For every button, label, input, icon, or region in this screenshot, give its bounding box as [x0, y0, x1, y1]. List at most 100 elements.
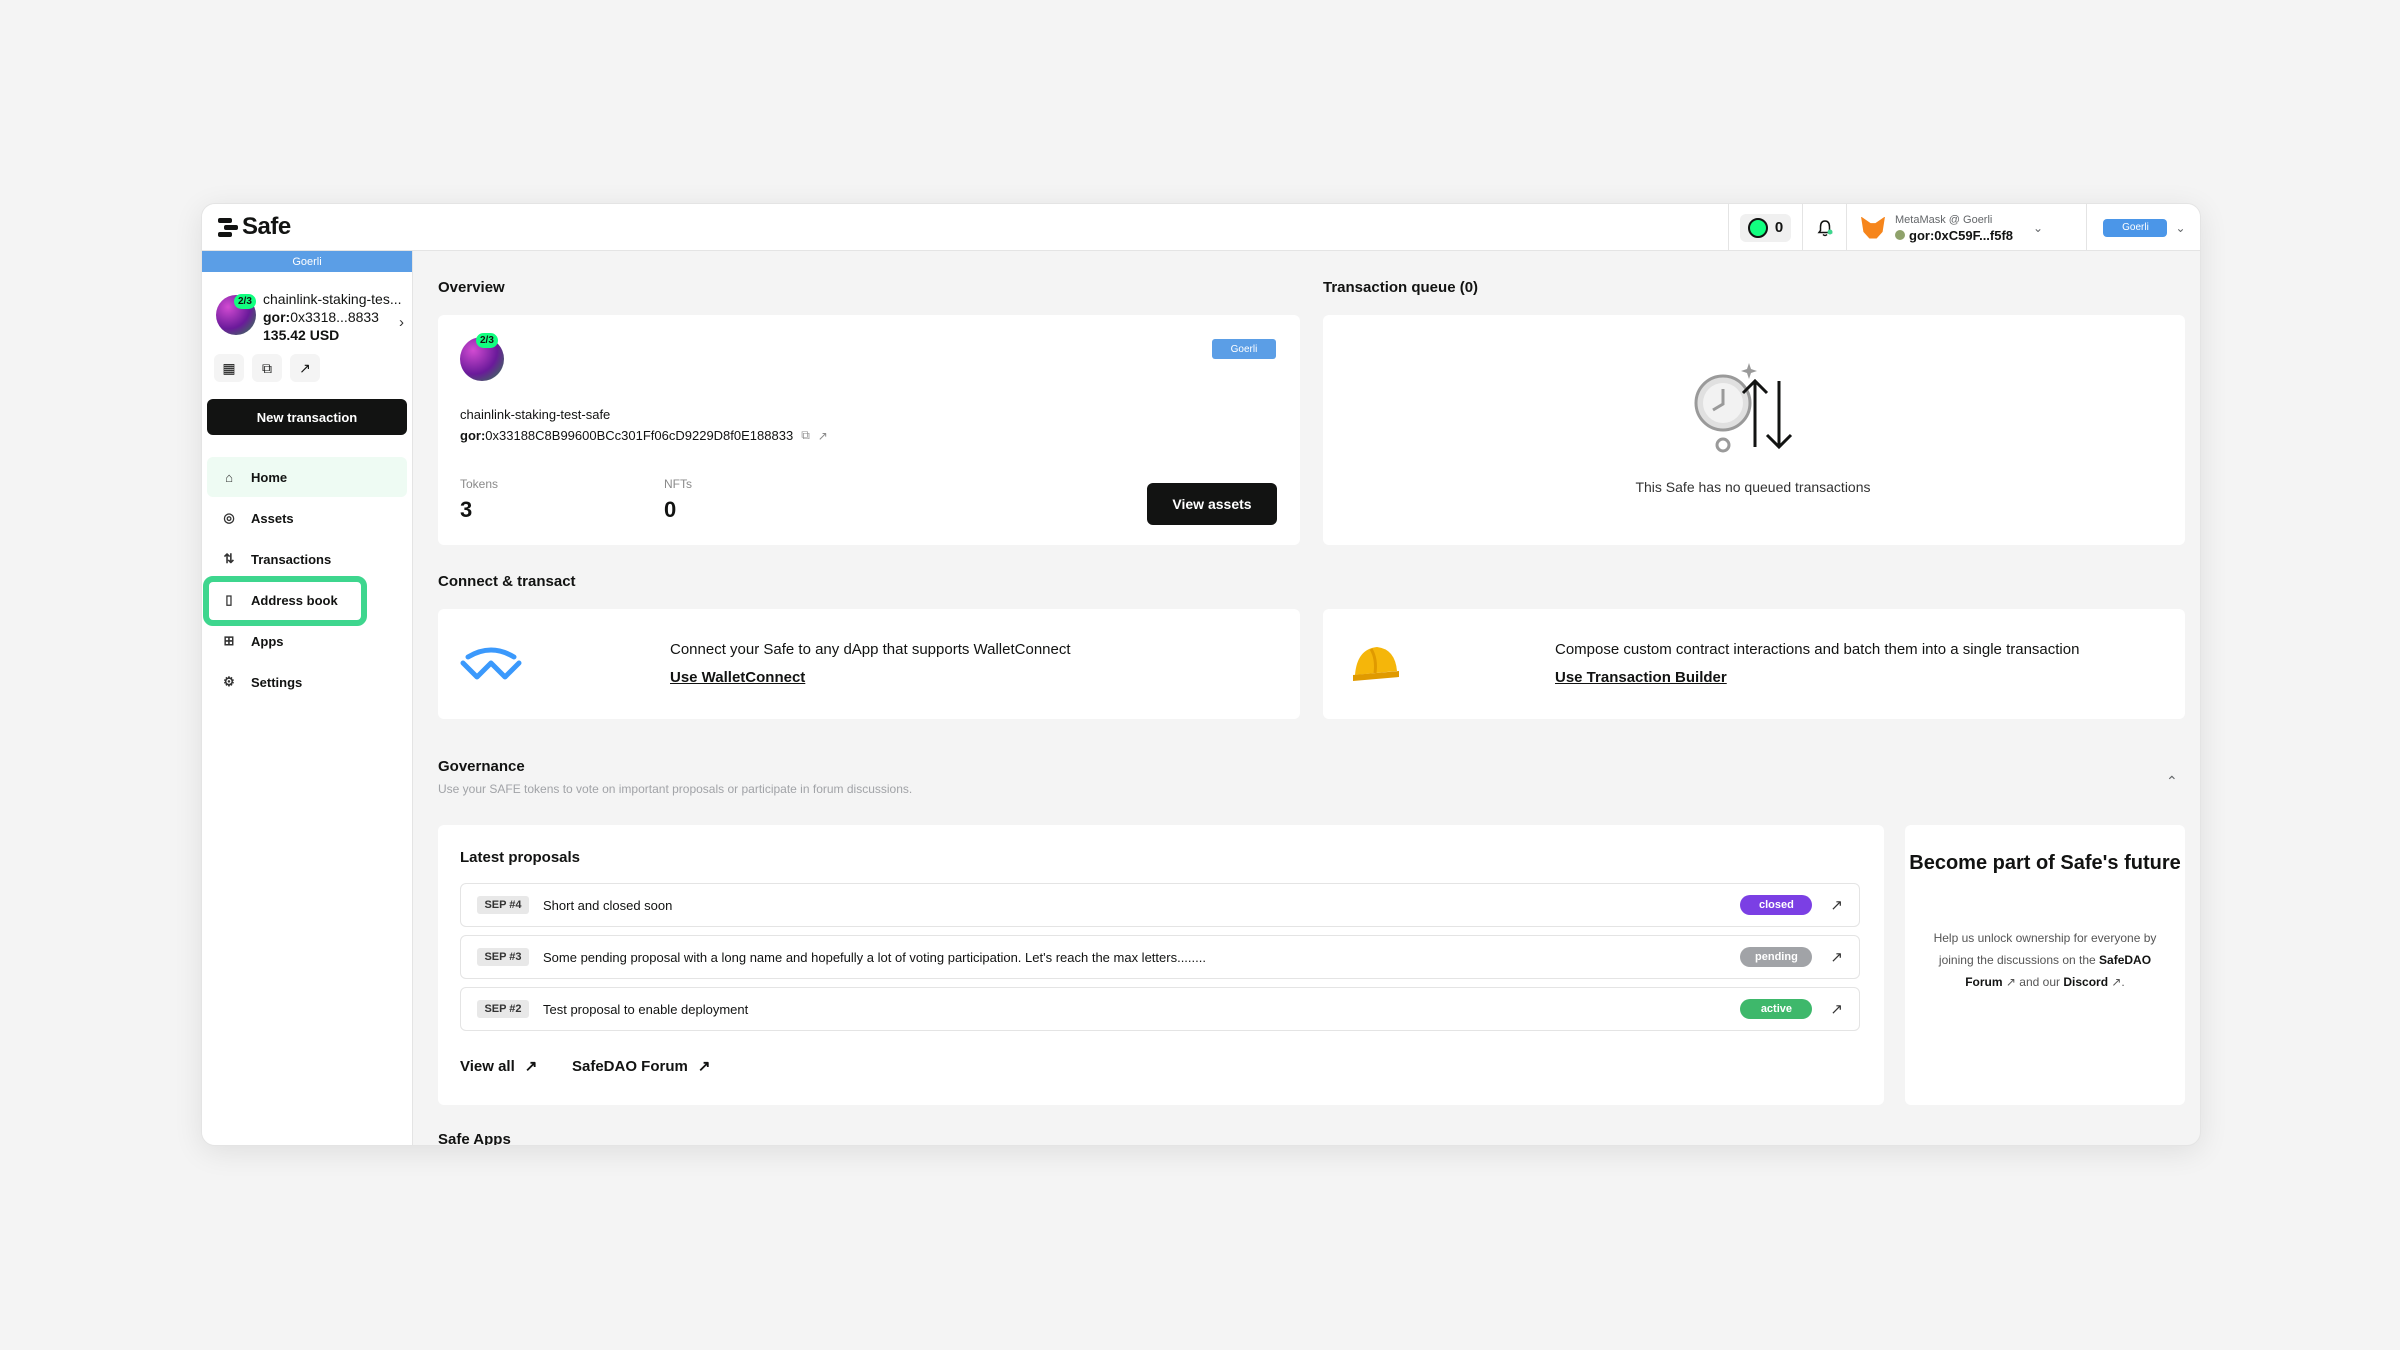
safe-address: gor:0x3318...8833	[263, 309, 379, 325]
sidebar-item-label: Settings	[251, 674, 303, 690]
transactions-icon: ⇅	[223, 551, 235, 566]
sidebar-item-assets[interactable]: ◎ Assets	[207, 498, 407, 538]
join-text: Help us unlock ownership for everyone by…	[1933, 931, 2157, 989]
proposal-sep: SEP #2	[477, 1000, 529, 1018]
wallet-address: gor:0xC59F...f5f8	[1895, 228, 2013, 243]
use-walletconnect-link[interactable]: Use WalletConnect	[670, 669, 805, 686]
queue-empty-text: This Safe has no queued transactions	[1635, 479, 1871, 495]
tokens-value: 3	[460, 497, 473, 522]
transaction-builder-card: Compose custom contract interactions and…	[1323, 609, 2185, 719]
transaction-builder-text: Compose custom contract interactions and…	[1555, 641, 2080, 658]
safe-apps-title: Safe Apps	[438, 1131, 511, 1146]
sidebar-item-label: Address book	[251, 592, 338, 608]
status-badge: pending	[1740, 947, 1813, 967]
use-transaction-builder-link[interactable]: Use Transaction Builder	[1555, 669, 1727, 686]
external-link-icon[interactable]: ↗	[818, 429, 828, 443]
proposal-sep: SEP #3	[477, 948, 529, 966]
chevron-down-icon: ⌄	[2175, 220, 2186, 235]
assets-icon: ◎	[223, 510, 235, 525]
walletconnect-text: Connect your Safe to any dApp that suppo…	[670, 641, 1071, 658]
proposals-title: Latest proposals	[460, 849, 581, 866]
bell-icon	[1817, 219, 1832, 236]
network-chip: Goerli	[1212, 339, 1276, 359]
governance-title: Governance	[438, 758, 525, 775]
external-link-icon: ↗	[524, 1058, 538, 1075]
safedao-forum-link[interactable]: SafeDAO Forum ↗	[572, 1057, 711, 1076]
wallet-identicon	[1895, 230, 1905, 240]
new-transaction-button[interactable]: New transaction	[207, 399, 407, 435]
external-link-icon[interactable]: ↗	[1830, 1000, 1843, 1018]
safe-name: chainlink-staking-test-safe	[460, 407, 611, 422]
external-link-icon: ↗	[299, 359, 311, 376]
proposal-title: Some pending proposal with a long name a…	[543, 949, 1206, 965]
walletconnect-card: Connect your Safe to any dApp that suppo…	[438, 609, 1300, 719]
top-bar: Safe 0 MetaMask @ Goerli gor:0xC59F...f5…	[202, 204, 2200, 251]
sidebar-item-transactions[interactable]: ⇅ Transactions	[207, 539, 407, 579]
nfts-label: NFTs	[664, 477, 692, 491]
sidebar-item-label: Transactions	[251, 551, 332, 567]
overview-title: Overview	[438, 279, 505, 296]
sidebar-item-label: Apps	[251, 633, 284, 649]
safe-balance: 135.42 USD	[263, 327, 340, 343]
sidebar-item-home[interactable]: ⌂ Home	[207, 457, 407, 497]
wallet-label: MetaMask @ Goerli	[1895, 213, 1993, 226]
proposal-row[interactable]: SEP #3 Some pending proposal with a long…	[460, 935, 1860, 979]
copy-icon[interactable]: ⧉	[801, 428, 810, 443]
copy-address-button[interactable]: ⧉	[252, 354, 282, 382]
network-selector[interactable]: Goerli ⌄	[2086, 204, 2200, 251]
sidebar: Goerli 2/3 chainlink-staking-tes... gor:…	[202, 251, 413, 1145]
metamask-icon	[1861, 216, 1885, 239]
sidebar-network: Goerli	[202, 251, 412, 272]
address-book-icon: ▯	[225, 592, 233, 607]
safe-logo[interactable]: Safe	[218, 212, 291, 242]
sidebar-item-label: Home	[251, 469, 288, 485]
qr-code-button[interactable]: ▦	[214, 354, 244, 382]
governance-subtitle: Use your SAFE tokens to vote on importan…	[438, 782, 913, 796]
sidebar-nav: ⌂ Home ◎ Assets ⇅ Transactions ▯ Address…	[207, 457, 407, 703]
status-badge: closed	[1740, 895, 1813, 915]
chevron-right-icon[interactable]: ›	[399, 314, 404, 331]
status-badge: active	[1740, 999, 1813, 1019]
safe-name: chainlink-staking-tes...	[263, 291, 402, 307]
proposal-row[interactable]: SEP #4 Short and closed soon closed ↗	[460, 883, 1860, 927]
sidebar-item-label: Assets	[251, 510, 294, 526]
safe-address: gor:0x33188C8B99600BCc301Ff06cD9229D8f0E…	[460, 428, 828, 443]
explorer-link-button[interactable]: ↗	[290, 354, 320, 382]
logo-text: Safe	[242, 213, 291, 240]
external-link-icon[interactable]: ↗	[1830, 896, 1843, 914]
join-discord-link[interactable]: Discord	[2063, 975, 2108, 989]
proposals-card: Latest proposals SEP #4 Short and closed…	[438, 825, 1884, 1105]
proposal-row[interactable]: SEP #2 Test proposal to enable deploymen…	[460, 987, 1860, 1031]
walletconnect-icon	[460, 647, 522, 680]
app-window: Safe 0 MetaMask @ Goerli gor:0xC59F...f5…	[201, 203, 2201, 1146]
join-card: Become part of Safe's future Help us unl…	[1905, 825, 2185, 1105]
nfts-value: 0	[664, 497, 677, 522]
settings-icon: ⚙	[223, 674, 235, 689]
proposal-title: Short and closed soon	[543, 897, 673, 913]
connect-title: Connect & transact	[438, 573, 576, 590]
queue-card: This Safe has no queued transactions	[1323, 315, 2185, 545]
home-icon: ⌂	[225, 469, 233, 485]
safe-logo-icon	[218, 216, 238, 238]
gas-count: 0	[1774, 219, 1784, 236]
proposal-sep: SEP #4	[477, 896, 529, 914]
sidebar-item-apps[interactable]: ⊞ Apps	[207, 621, 407, 661]
gas-counter[interactable]: 0	[1728, 204, 1802, 251]
view-all-link[interactable]: View all ↗	[460, 1057, 538, 1076]
sidebar-item-settings[interactable]: ⚙ Settings	[207, 662, 407, 702]
notifications-button[interactable]	[1802, 204, 1846, 251]
wallet-button[interactable]: MetaMask @ Goerli gor:0xC59F...f5f8 ⌄	[1846, 204, 2086, 251]
copy-icon: ⧉	[262, 359, 272, 376]
view-assets-button[interactable]: View assets	[1147, 483, 1277, 525]
external-link-icon: ↗	[697, 1058, 711, 1075]
chevron-up-icon[interactable]: ⌃	[2166, 773, 2178, 790]
tokens-label: Tokens	[460, 477, 499, 491]
apps-icon: ⊞	[223, 633, 235, 648]
network-chip: Goerli	[2103, 218, 2168, 237]
queue-title: Transaction queue (0)	[1323, 279, 1479, 296]
external-link-icon[interactable]: ↗	[1830, 948, 1843, 966]
threshold-badge: 2/3	[476, 333, 498, 348]
sidebar-item-address-book[interactable]: ▯ Address book	[207, 580, 407, 620]
join-title: Become part of Safe's future	[1909, 852, 2181, 874]
qr-code-icon: ▦	[222, 359, 236, 376]
